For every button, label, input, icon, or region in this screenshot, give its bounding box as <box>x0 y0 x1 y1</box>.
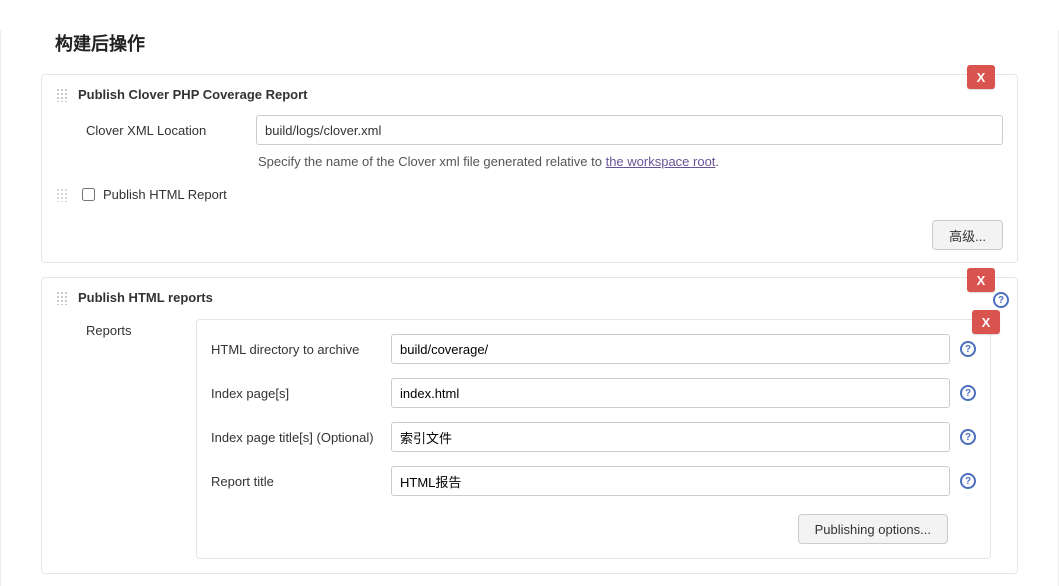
html-dir-row: HTML directory to archive ? <box>211 334 976 364</box>
help-icon[interactable]: ? <box>993 292 1009 308</box>
drag-handle-icon[interactable] <box>56 291 68 305</box>
close-reports-inner-button[interactable]: X <box>972 310 1000 334</box>
publish-html-row: Publish HTML Report <box>42 179 1017 214</box>
drag-handle-icon[interactable] <box>56 88 68 102</box>
index-page-label: Index page[s] <box>211 386 391 401</box>
index-page-row: Index page[s] ? <box>211 378 976 408</box>
drag-handle-icon[interactable] <box>56 188 68 202</box>
close-x-label: X <box>982 315 991 330</box>
postbuild-actions-page: 构建后操作 X Publish Clover PHP Coverage Repo… <box>0 30 1059 586</box>
index-page-input[interactable] <box>391 378 950 408</box>
clover-hint-text: Specify the name of the Clover xml file … <box>258 154 606 169</box>
clover-button-row: 高级... <box>42 214 1017 262</box>
clover-hint: Specify the name of the Clover xml file … <box>258 148 1017 179</box>
html-dir-input[interactable] <box>391 334 950 364</box>
close-x-label: X <box>977 70 986 85</box>
reports-side-label: Reports <box>86 319 196 559</box>
index-titles-label: Index page title[s] (Optional) <box>211 430 391 445</box>
help-icon[interactable]: ? <box>960 429 976 445</box>
help-icon[interactable]: ? <box>960 341 976 357</box>
reports-inner: X HTML directory to archive ? Index page… <box>196 319 991 559</box>
clover-xml-input[interactable] <box>256 115 1003 145</box>
clover-xml-row: Clover XML Location <box>42 112 1017 148</box>
report-title-row: Report title ? <box>211 466 976 496</box>
html-dir-label: HTML directory to archive <box>211 342 391 357</box>
close-clover-button[interactable]: X <box>967 65 995 89</box>
html-reports-header[interactable]: Publish HTML reports <box>42 278 1017 315</box>
publishing-options-row: Publishing options... <box>211 514 948 544</box>
html-reports-block: X ? Publish HTML reports Reports X HTML … <box>41 277 1018 574</box>
clover-header[interactable]: Publish Clover PHP Coverage Report <box>42 75 1017 112</box>
advanced-button[interactable]: 高级... <box>932 220 1003 250</box>
reports-wrap: Reports X HTML directory to archive ? In… <box>42 315 1017 559</box>
help-icon[interactable]: ? <box>960 385 976 401</box>
report-title-label: Report title <box>211 474 391 489</box>
publish-html-label: Publish HTML Report <box>103 187 227 202</box>
clover-title: Publish Clover PHP Coverage Report <box>78 87 308 102</box>
close-html-reports-button[interactable]: X <box>967 268 995 292</box>
index-titles-row: Index page title[s] (Optional) ? <box>211 422 976 452</box>
index-titles-input[interactable] <box>391 422 950 452</box>
close-x-label: X <box>977 273 986 288</box>
html-reports-title: Publish HTML reports <box>78 290 213 305</box>
help-icon[interactable]: ? <box>960 473 976 489</box>
report-title-input[interactable] <box>391 466 950 496</box>
clover-xml-label: Clover XML Location <box>86 123 256 138</box>
publish-html-checkbox[interactable] <box>82 188 95 201</box>
workspace-root-link[interactable]: the workspace root <box>606 154 716 169</box>
section-title: 构建后操作 <box>55 30 1018 56</box>
publishing-options-button[interactable]: Publishing options... <box>798 514 948 544</box>
clover-block: X Publish Clover PHP Coverage Report Clo… <box>41 74 1018 263</box>
